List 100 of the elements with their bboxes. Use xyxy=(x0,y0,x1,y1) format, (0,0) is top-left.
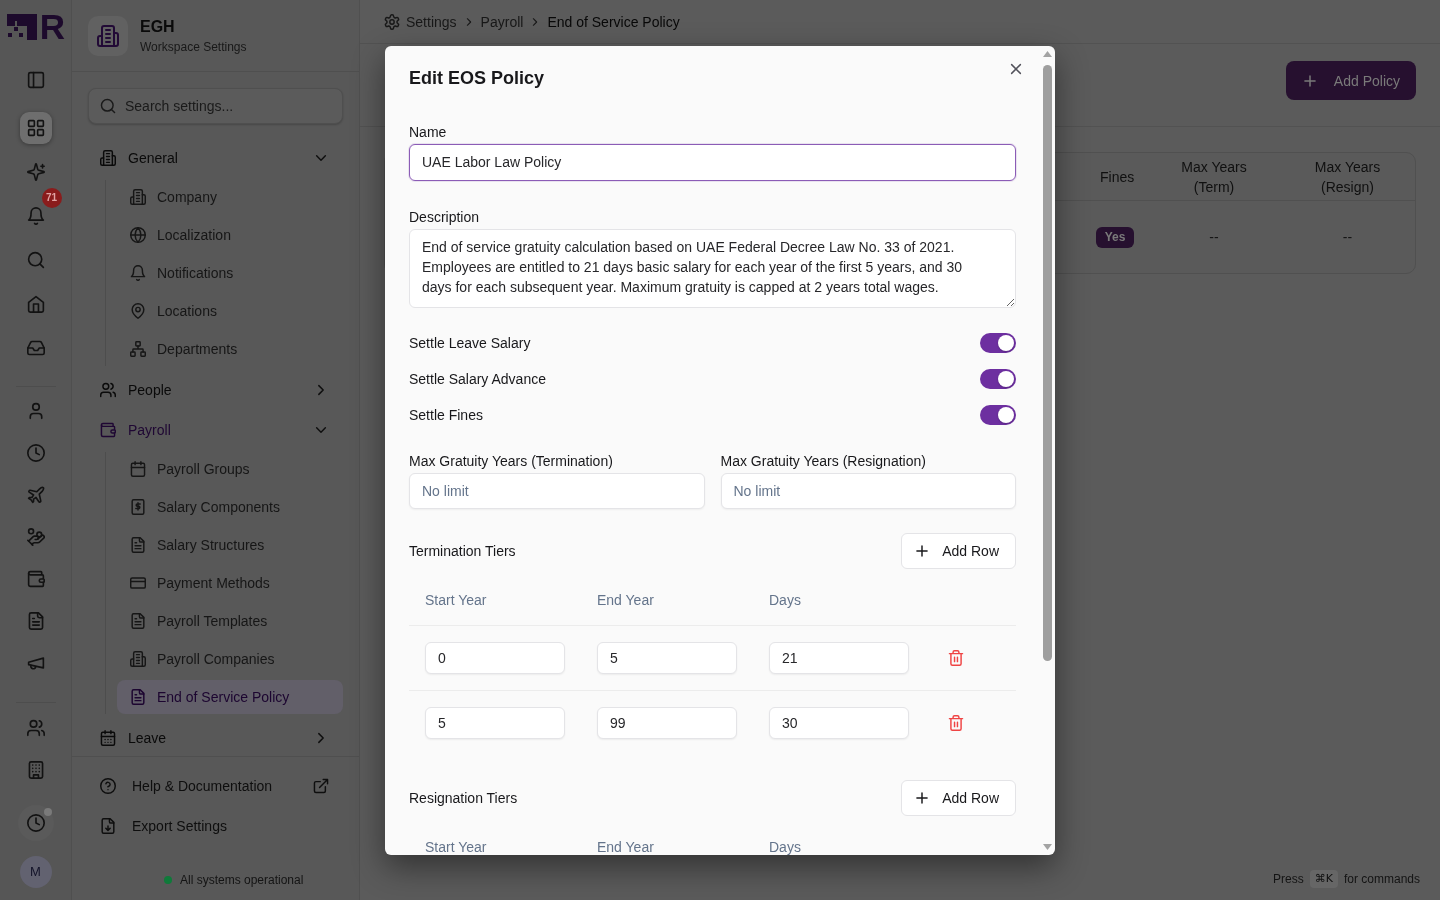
logo-mark-icon xyxy=(6,14,37,40)
map-pin-icon xyxy=(130,303,146,319)
tier-input[interactable]: 21 xyxy=(769,641,909,674)
rail-nav-button[interactable] xyxy=(19,112,52,144)
document-icon xyxy=(130,613,146,629)
hint-text: for commands xyxy=(1343,872,1420,886)
sidebar-panel-icon xyxy=(26,71,45,89)
tier-input[interactable]: 99 xyxy=(597,707,737,739)
rail-nav-button[interactable] xyxy=(17,805,54,841)
credit-card-icon xyxy=(130,575,146,591)
tier-input[interactable]: 5 xyxy=(425,707,565,739)
settings-icon xyxy=(384,13,400,30)
nav-section[interactable]: Payroll xyxy=(88,412,343,448)
nav-item[interactable]: Payroll Companies xyxy=(117,642,343,676)
add-policy-button[interactable]: Add Policy xyxy=(1285,61,1416,100)
tier-input[interactable]: 5 xyxy=(597,641,737,674)
buildings-icon xyxy=(130,189,146,205)
nav-item[interactable]: Departments xyxy=(117,332,343,366)
footer-link[interactable]: Export Settings xyxy=(88,808,343,844)
clock-icon xyxy=(26,444,45,462)
inbox-icon xyxy=(26,339,45,357)
toggle-label: Settle Salary Advance xyxy=(409,369,546,389)
column-header: End Year xyxy=(596,839,655,855)
nav-item[interactable]: Locations xyxy=(117,294,343,328)
field-label: Description xyxy=(409,207,481,227)
max-years-input[interactable]: No limit xyxy=(720,472,1016,509)
breadcrumb-link[interactable]: Payroll xyxy=(480,11,524,32)
nav-item[interactable]: Company xyxy=(117,180,343,214)
add-row-button[interactable]: Add Row xyxy=(901,779,1016,816)
search-field[interactable]: Search settings... xyxy=(88,88,343,124)
tier-input[interactable]: 0 xyxy=(425,641,565,674)
grid-icon xyxy=(26,119,45,137)
document-icon xyxy=(130,537,146,553)
column-header: Start Year xyxy=(424,839,488,855)
file-download-icon xyxy=(100,818,116,834)
toggle-switch[interactable] xyxy=(980,332,1016,353)
description-input[interactable]: End of service gratuity calculation based on UAE Federal Decree Law No. 33 of 2021. Employees are entitled to 21 days basic salary for each year of the first 5 years, and 30 days for each subsequent year. Maximum gratuity is capped at 2 years total wages. xyxy=(409,228,1016,308)
document-icon xyxy=(130,689,146,705)
sparkles-icon xyxy=(26,163,45,181)
plus-icon xyxy=(914,542,931,559)
status-text: All systems operational xyxy=(180,872,304,888)
field-label: Max Gratuity Years (Termination) xyxy=(409,451,614,471)
nav-item[interactable]: Localization xyxy=(117,218,343,252)
buildings-icon xyxy=(130,651,146,667)
toggle-label: Settle Leave Salary xyxy=(409,333,531,353)
nav-section[interactable]: People xyxy=(88,372,343,408)
bell-icon xyxy=(26,207,45,225)
calendar-icon xyxy=(100,730,116,746)
column-header: Days xyxy=(768,839,802,855)
bell-icon xyxy=(130,265,146,281)
trash-icon xyxy=(948,649,964,666)
breadcrumb-current: End of Service Policy xyxy=(547,12,680,32)
max-years-input[interactable]: No limit xyxy=(409,472,705,509)
nav-item[interactable]: Payroll Groups xyxy=(117,452,343,486)
help-icon xyxy=(100,778,116,794)
nav-item[interactable]: End of Service Policy xyxy=(117,680,343,714)
logo-letter: R xyxy=(39,14,65,40)
field-label: Max Gratuity Years (Resignation) xyxy=(720,451,927,471)
name-input[interactable]: UAE Labor Law Policy xyxy=(409,143,1016,181)
nav-item[interactable]: Salary Structures xyxy=(117,528,343,562)
search-icon xyxy=(26,251,45,269)
building-icon xyxy=(26,761,45,779)
trash-icon xyxy=(948,715,964,731)
dollar-document-icon xyxy=(130,499,146,515)
keyboard-shortcut: ⌘K xyxy=(1309,870,1338,888)
plus-icon xyxy=(914,789,931,806)
section-title: Termination Tiers xyxy=(409,541,516,561)
wallet-icon xyxy=(100,422,116,438)
nav-item[interactable]: Payroll Templates xyxy=(117,604,343,638)
breadcrumb-link[interactable]: Settings xyxy=(406,11,457,32)
user-avatar[interactable]: M xyxy=(19,856,52,888)
hierarchy-icon xyxy=(130,341,146,357)
nav-item[interactable]: Salary Components xyxy=(117,490,343,524)
wallet-icon xyxy=(26,570,45,588)
document-icon xyxy=(26,612,45,630)
buildings-icon xyxy=(88,15,128,56)
column-header: Days xyxy=(768,592,802,609)
column-header: End Year xyxy=(596,592,655,609)
column-header: Start Year xyxy=(424,592,488,609)
column-header: Max Years (Term) xyxy=(1180,157,1248,197)
column-header: Max Years (Resign) xyxy=(1313,157,1382,197)
toggle-label: Settle Fines xyxy=(409,405,483,425)
globe-icon xyxy=(130,227,146,243)
nav-item[interactable]: Notifications xyxy=(117,256,343,290)
hint-text: Press xyxy=(1273,872,1304,886)
plus-icon xyxy=(1301,72,1318,89)
add-row-button[interactable]: Add Row xyxy=(901,532,1016,569)
tier-input[interactable]: 30 xyxy=(769,707,909,739)
users-icon xyxy=(26,719,45,737)
nav-section[interactable]: Leave xyxy=(88,720,343,756)
notification-badge: 71 xyxy=(41,188,62,208)
nav-item[interactable]: Payment Methods xyxy=(117,566,343,600)
airplane-icon xyxy=(26,486,45,504)
toggle-switch[interactable] xyxy=(980,368,1016,389)
footer-link[interactable]: Help & Documentation xyxy=(88,768,343,804)
user-icon xyxy=(26,402,45,420)
nav-section[interactable]: General xyxy=(88,140,343,176)
toggle-switch[interactable] xyxy=(980,404,1016,425)
field-label: Name xyxy=(409,122,448,142)
table-cell-text: -- xyxy=(1208,228,1220,247)
